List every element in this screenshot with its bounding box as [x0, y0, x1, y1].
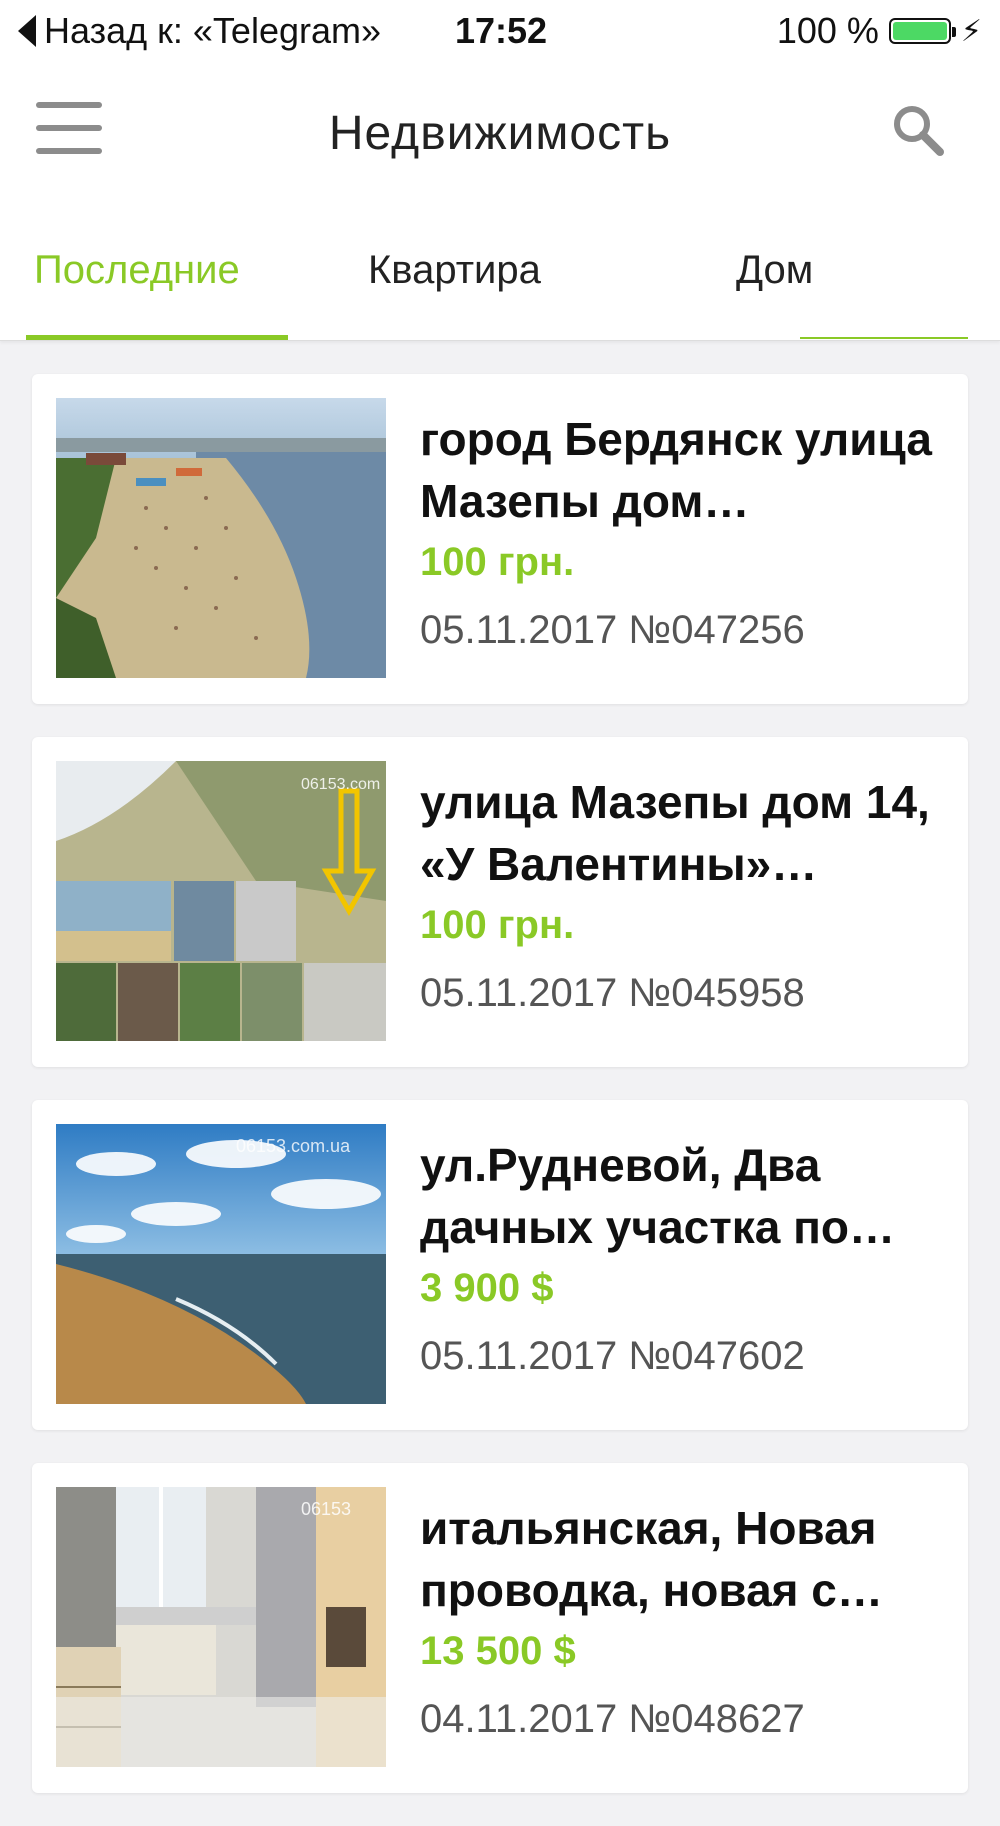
- listing-photo-collage: 06153.com: [56, 761, 386, 1041]
- battery-percent: 100 %: [776, 10, 879, 51]
- nav-bar: Недвижимость: [0, 64, 1000, 194]
- tab-house[interactable]: Дом: [736, 248, 813, 293]
- listing-photo-beach: [56, 398, 386, 678]
- listing-title: ул.Рудневой, Два дачных участка по…: [420, 1139, 896, 1253]
- listing-title: итальянская, Новая проводка, новая с…: [420, 1502, 883, 1616]
- listing-card[interactable]: 06153.com улица Мазепы дом 14, «У Валент…: [32, 737, 968, 1067]
- listing-price: 100 грн.: [420, 540, 575, 584]
- status-time: 17:52: [455, 10, 548, 51]
- status-bar: Назад к: «Telegram» 17:52 100 % ⚡: [0, 0, 1000, 64]
- listing-price: 3 900 $: [420, 1266, 554, 1310]
- listing-photo-sea: 06153.com.ua: [56, 1124, 386, 1404]
- back-label: Назад к: «Telegram»: [44, 10, 382, 51]
- tab-scroll-indicator: [800, 337, 968, 339]
- battery-indicator: 100 % ⚡: [777, 10, 982, 52]
- search-icon[interactable]: [888, 100, 948, 160]
- listing-date-id: 05.11.2017 №047256: [420, 608, 805, 652]
- listing-price: 100 грн.: [420, 903, 575, 947]
- listing-card[interactable]: город Бердянск улица Мазепы дом… 100 грн…: [32, 374, 968, 704]
- listing-list: город Бердянск улица Мазепы дом… 100 грн…: [32, 374, 968, 1826]
- watermark-text: 06153.com: [301, 776, 380, 793]
- active-tab-indicator: [26, 335, 288, 340]
- tab-apartment[interactable]: Квартира: [368, 248, 541, 293]
- listing-date-id: 04.11.2017 №048627: [420, 1697, 805, 1741]
- watermark-text: 06153.com.ua: [236, 1136, 351, 1156]
- listing-date-id: 05.11.2017 №047602: [420, 1334, 805, 1378]
- page-title: Недвижимость: [328, 107, 672, 160]
- charging-icon: ⚡: [960, 14, 982, 48]
- back-arrow-icon: [18, 15, 36, 47]
- listing-card[interactable]: 06153.com.ua ул.Рудневой, Два дачных уча…: [32, 1100, 968, 1430]
- listing-photo-room: 06153: [56, 1487, 386, 1767]
- listing-title: город Бердянск улица Мазепы дом…: [420, 413, 932, 527]
- tab-latest[interactable]: Последние: [34, 248, 240, 293]
- back-to-telegram[interactable]: Назад к: «Telegram»: [18, 10, 381, 52]
- listing-date-id: 05.11.2017 №045958: [420, 971, 805, 1015]
- listing-price: 13 500 $: [420, 1629, 576, 1673]
- watermark-text: 06153: [301, 1499, 351, 1519]
- battery-icon: [888, 18, 956, 44]
- listing-title: улица Мазепы дом 14, «У Валентины»…: [420, 776, 930, 890]
- listing-card[interactable]: 06153 итальянская, Новая проводка, новая…: [32, 1463, 968, 1793]
- category-tabs: Последние Квартира Дом: [0, 194, 1000, 341]
